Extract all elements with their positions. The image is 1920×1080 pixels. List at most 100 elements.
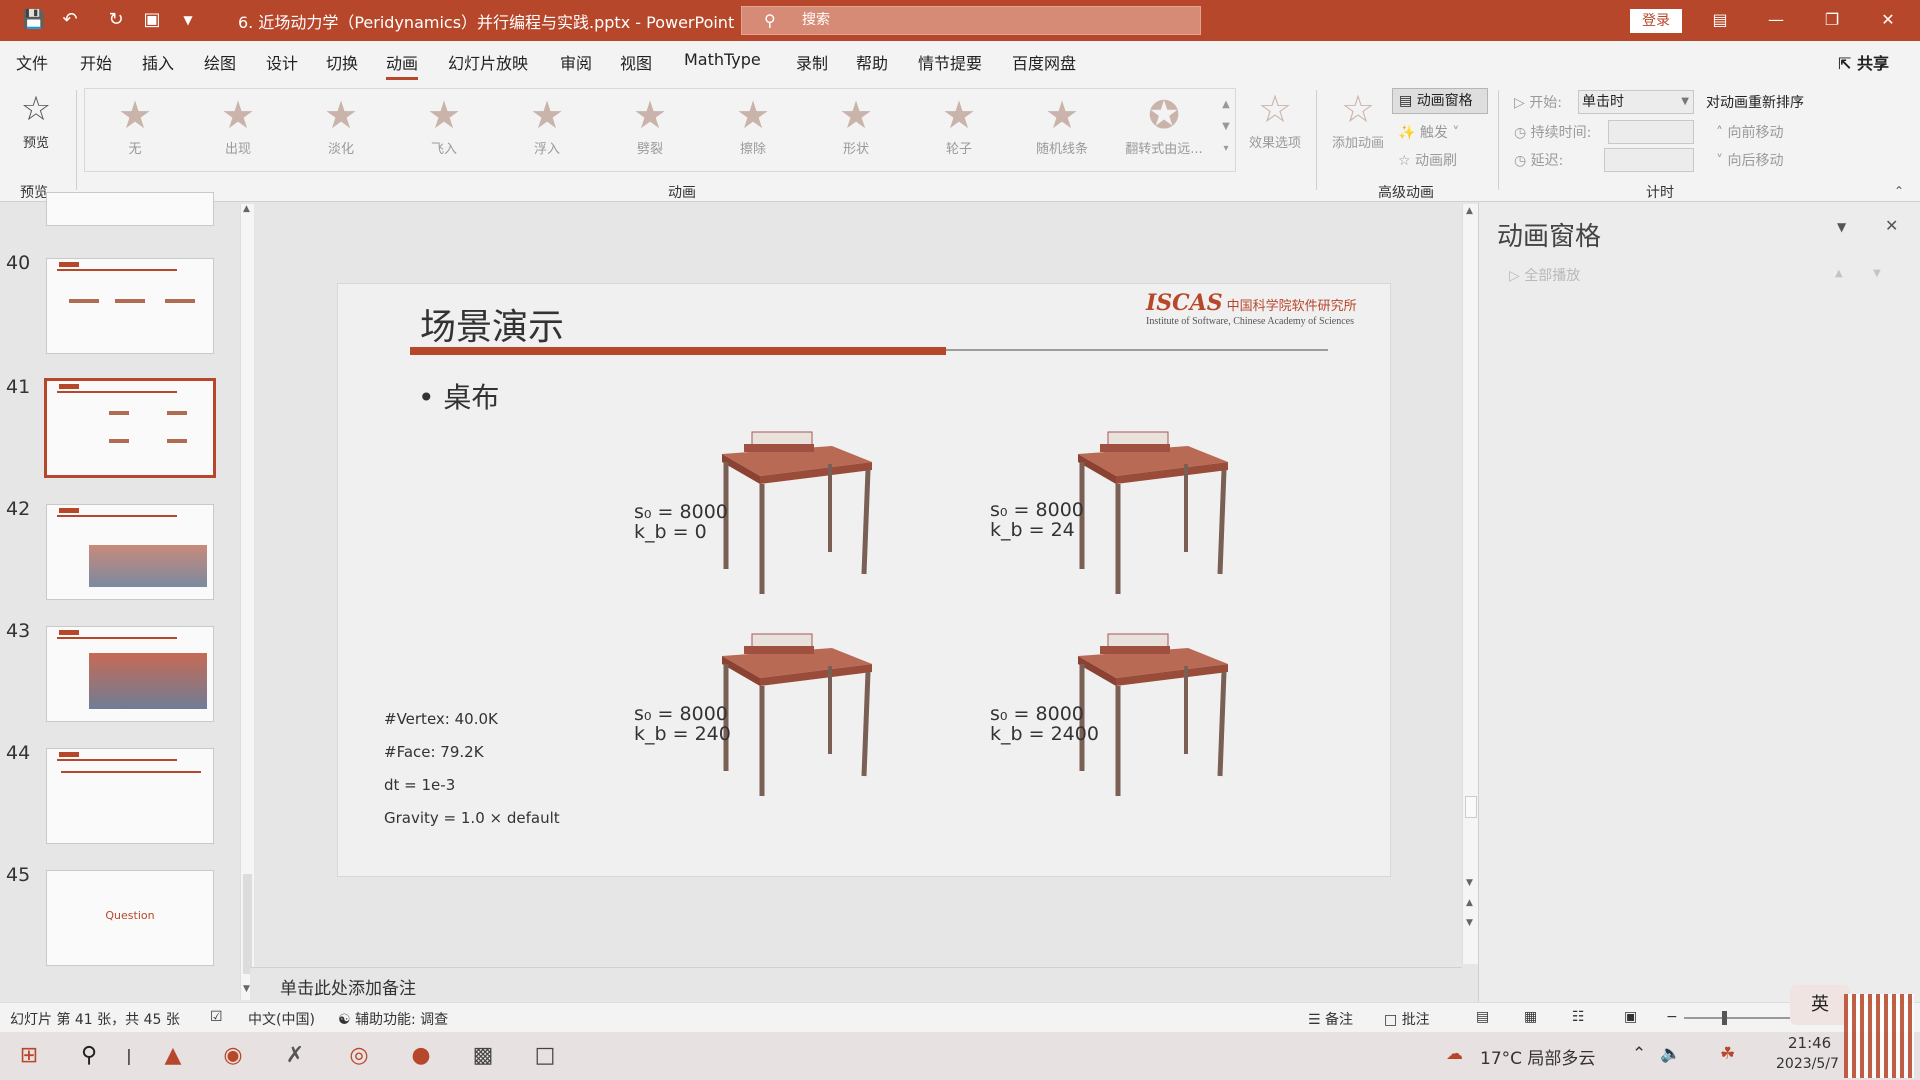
tab-design[interactable]: 设计 xyxy=(266,50,298,74)
slide-thumbnail-44[interactable] xyxy=(46,748,214,844)
powerpoint-icon[interactable]: ◉ xyxy=(210,1038,256,1074)
scroll-down-icon[interactable]: ▼ xyxy=(243,984,250,994)
share-button[interactable]: ⇱ 共享 xyxy=(1838,50,1889,74)
slide-41[interactable]: 场景演示 ISCAS 中国科学院软件研究所 Institute of Softwa… xyxy=(337,283,1391,877)
close-pane-icon[interactable]: ✕ xyxy=(1885,216,1898,235)
zoom-out-icon[interactable]: − xyxy=(1666,1009,1678,1025)
effect-options-button[interactable]: ☆ 效果选项 xyxy=(1230,86,1320,151)
tab-insert[interactable]: 插入 xyxy=(142,50,174,74)
login-button[interactable]: 登录 xyxy=(1630,9,1682,33)
anim-shape[interactable]: ★ 形状 xyxy=(811,92,901,157)
preview-button[interactable]: ☆ 预览 xyxy=(0,86,72,151)
anim-fly-in[interactable]: ★ 飞入 xyxy=(399,92,489,157)
app-window-icon[interactable]: □ xyxy=(522,1038,568,1074)
move-earlier-button[interactable]: ˄ 向前移动 xyxy=(1716,122,1783,142)
restore-icon[interactable]: ❐ xyxy=(1812,8,1852,32)
app-triangle-icon[interactable]: ▲ xyxy=(150,1038,196,1074)
collapse-ribbon-icon[interactable]: ⌃ xyxy=(1894,184,1904,198)
notes-toggle[interactable]: ☰ 备注 xyxy=(1308,1009,1353,1029)
add-animation-button[interactable]: ☆ 添加动画 xyxy=(1322,86,1394,151)
tab-review[interactable]: 审阅 xyxy=(560,50,592,74)
info-vertex[interactable]: #Vertex: 40.0K xyxy=(384,710,498,728)
zoom-thumb[interactable] xyxy=(1722,1011,1727,1025)
info-face[interactable]: #Face: 79.2K xyxy=(384,743,484,761)
scroll-down-icon[interactable]: ▼ xyxy=(1466,878,1473,888)
anim-grow-turn[interactable]: ✪ 翻转式由远... xyxy=(1114,92,1214,157)
reading-view-icon[interactable]: ☷ xyxy=(1572,1009,1585,1025)
slide-scrollbar[interactable]: ▲ ▼ ▲ ▼ xyxy=(1462,204,1478,964)
param-label[interactable]: s₀ = 8000 k_b = 24 xyxy=(990,500,1084,540)
close-icon[interactable]: ✕ xyxy=(1868,8,1908,32)
scroll-thumb[interactable] xyxy=(243,874,252,974)
slide-thumbnail-42[interactable] xyxy=(46,504,214,600)
comments-toggle[interactable]: □ 批注 xyxy=(1384,1009,1430,1029)
tab-draw[interactable]: 绘图 xyxy=(204,50,236,74)
tab-view[interactable]: 视图 xyxy=(620,50,652,74)
tab-help[interactable]: 帮助 xyxy=(856,50,888,74)
move-down-icon[interactable]: ▼ xyxy=(1873,268,1881,279)
windows-start-icon[interactable]: ⊞ xyxy=(6,1038,52,1074)
tab-record[interactable]: 录制 xyxy=(796,50,828,74)
slide-sorter-icon[interactable]: ▦ xyxy=(1524,1009,1537,1025)
prev-slide-icon[interactable]: ▲ xyxy=(1466,898,1473,908)
next-slide-icon[interactable]: ▼ xyxy=(1466,918,1473,928)
search-input[interactable]: ⚲ 搜索 xyxy=(741,6,1201,35)
move-later-button[interactable]: ˅ 向后移动 xyxy=(1716,150,1783,170)
weather-text[interactable]: 17°C 局部多云 xyxy=(1480,1044,1595,1069)
terminal-icon[interactable]: ▩ xyxy=(460,1038,506,1074)
scroll-up-icon[interactable]: ▲ xyxy=(243,204,250,214)
redo-icon[interactable]: ↻ xyxy=(104,8,128,32)
slide-thumbnail[interactable] xyxy=(46,192,214,226)
ime-tray-icon[interactable]: ☘ xyxy=(1720,1044,1735,1064)
anim-wheel[interactable]: ★ 轮子 xyxy=(914,92,1004,157)
info-gravity[interactable]: Gravity = 1.0 × default xyxy=(384,809,560,827)
slide-thumbnail-45[interactable]: Question xyxy=(46,870,214,966)
param-label[interactable]: s₀ = 8000 k_b = 2400 xyxy=(990,704,1099,744)
ime-indicator[interactable]: 英 xyxy=(1790,985,1850,1025)
tab-transitions[interactable]: 切换 xyxy=(326,50,358,74)
tray-chevron-icon[interactable]: ⌃ xyxy=(1632,1044,1646,1064)
present-icon[interactable]: ▣ xyxy=(140,8,164,32)
vscode-icon[interactable]: ✗ xyxy=(272,1038,318,1074)
param-label[interactable]: s₀ = 8000 k_b = 0 xyxy=(634,502,728,542)
tab-home[interactable]: 开始 xyxy=(80,50,112,74)
animation-painter-button[interactable]: ☆ 动画刷 xyxy=(1398,150,1457,170)
bullet-text[interactable]: • 桌布 xyxy=(418,376,499,416)
anim-float-in[interactable]: ★ 浮入 xyxy=(502,92,592,157)
notes-area[interactable]: 单击此处添加备注 xyxy=(250,967,1462,1002)
chrome-icon[interactable]: ◎ xyxy=(336,1038,382,1074)
thumbnail-scrollbar[interactable]: ▲ ▼ xyxy=(240,204,254,1000)
anim-split[interactable]: ★ 劈裂 xyxy=(605,92,695,157)
app-bubble-icon[interactable]: ● xyxy=(398,1038,444,1074)
tab-animations[interactable]: 动画 xyxy=(386,50,419,80)
weather-icon[interactable]: ☁ xyxy=(1446,1044,1463,1064)
slide-thumbnail-43[interactable] xyxy=(46,626,214,722)
slide-title[interactable]: 场景演示 xyxy=(420,298,564,350)
normal-view-icon[interactable]: ▤ xyxy=(1476,1009,1489,1025)
zoom-slider[interactable] xyxy=(1684,1017,1794,1019)
tab-mathtype[interactable]: MathType xyxy=(684,50,761,69)
slideshow-icon[interactable]: ▣ xyxy=(1624,1009,1637,1025)
param-label[interactable]: s₀ = 8000 k_b = 240 xyxy=(634,704,731,744)
scroll-thumb[interactable] xyxy=(1465,796,1477,818)
tab-file[interactable]: 文件 xyxy=(16,50,48,74)
anim-random-bars[interactable]: ★ 随机线条 xyxy=(1017,92,1107,157)
anim-fade[interactable]: ★ 淡化 xyxy=(296,92,386,157)
minimize-icon[interactable]: — xyxy=(1756,8,1796,32)
ribbon-display-icon[interactable]: ▤ xyxy=(1700,8,1740,32)
tab-baidu-netdisk[interactable]: 百度网盘 xyxy=(1012,50,1076,74)
duration-input[interactable] xyxy=(1608,120,1694,144)
trigger-button[interactable]: ✨ 触发 ˅ xyxy=(1398,122,1459,142)
save-icon[interactable]: 💾 xyxy=(22,8,46,32)
slide-thumbnail-40[interactable] xyxy=(46,258,214,354)
scroll-up-icon[interactable]: ▲ xyxy=(1466,206,1473,216)
anim-wipe[interactable]: ★ 擦除 xyxy=(708,92,798,157)
undo-icon[interactable]: ↶ xyxy=(58,8,82,32)
customize-qat-icon[interactable]: ▼ xyxy=(176,8,200,32)
info-dt[interactable]: dt = 1e-3 xyxy=(384,776,455,794)
pane-options-icon[interactable]: ▼ xyxy=(1837,220,1846,234)
tab-slideshow[interactable]: 幻灯片放映 xyxy=(448,50,528,74)
move-up-icon[interactable]: ▲ xyxy=(1835,268,1843,279)
tab-storyboard[interactable]: 情节提要 xyxy=(918,50,982,74)
anim-appear[interactable]: ★ 出现 xyxy=(193,92,283,157)
